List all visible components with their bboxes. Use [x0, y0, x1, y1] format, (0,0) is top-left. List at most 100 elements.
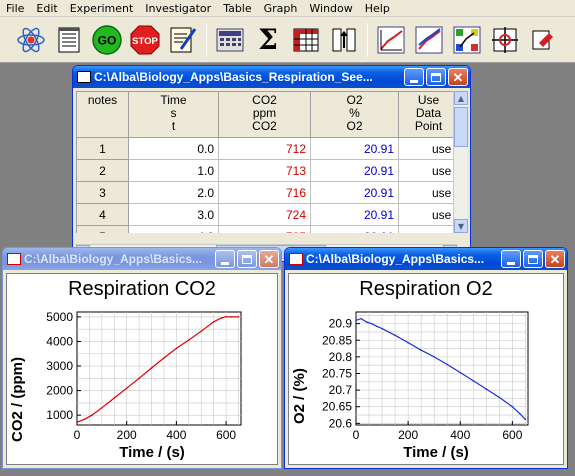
maximize-button[interactable] [523, 250, 543, 268]
maximize-button[interactable] [426, 68, 446, 86]
close-icon: ✕ [263, 251, 275, 267]
table-window-titlebar[interactable]: C:\Alba\Biology_Apps\Basics_Respiration_… [73, 66, 470, 88]
data-point [150, 367, 153, 369]
maximize-button[interactable] [237, 250, 257, 268]
menu-file[interactable]: File [0, 2, 30, 15]
table-row: 2 1.0 713 20.91 use [76, 159, 457, 182]
column-header-line: CO2 [252, 119, 277, 133]
table-icon[interactable] [289, 23, 323, 57]
column-header[interactable]: Use Data Point [398, 91, 457, 138]
cell-use[interactable]: use [398, 203, 457, 226]
cell-co2[interactable]: 713 [218, 159, 311, 182]
close-button[interactable]: ✕ [259, 250, 279, 268]
x-axis-label: Time / (s) [403, 444, 469, 461]
o2-chart[interactable]: 0 200 400 600 20.6 20.65 20.7 20.75 20.8 20.85 20.… [289, 274, 565, 464]
data-point [433, 356, 435, 358]
edit-note-icon[interactable] [166, 23, 200, 57]
graph-co2-titlebar[interactable]: C:\Alba\Biology_Apps\Basics... ✕ [3, 248, 281, 270]
table-header-row: notes Time s t CO2 ppm CO2 O2% O2 Use Data Point [76, 91, 457, 138]
menu-edit[interactable]: Edit [30, 2, 63, 15]
close-button[interactable]: ✕ [448, 68, 468, 86]
cell-o2[interactable]: 20.91 [310, 225, 399, 233]
cell-o2[interactable]: 20.91 [310, 181, 399, 204]
graph-window-icon [289, 253, 303, 265]
cell-o2[interactable]: 20.91 [310, 137, 399, 160]
vertical-scrollbar[interactable]: ▲ ▼ [453, 91, 468, 233]
cell-co2[interactable]: 716 [218, 181, 311, 204]
cell-use[interactable]: use [398, 181, 457, 204]
menu-graph[interactable]: Graph [258, 2, 304, 15]
y-tick-label: 4000 [46, 334, 73, 348]
graph-icon[interactable] [374, 23, 408, 57]
cell-time[interactable]: 3.0 [128, 203, 219, 226]
cell-n[interactable]: 3 [76, 181, 129, 204]
scroll-down-icon[interactable]: ▼ [454, 219, 468, 233]
column-header[interactable]: Time s t [128, 91, 219, 138]
export-icon[interactable] [526, 23, 560, 57]
menu-help[interactable]: Help [359, 2, 396, 15]
table-row: 4 3.0 724 20.91 use [76, 203, 457, 226]
cell-n[interactable]: 1 [76, 137, 129, 160]
data-point [394, 334, 396, 337]
svg-text:STOP: STOP [132, 36, 158, 47]
cell-time[interactable]: 2.0 [128, 181, 219, 204]
data-point [220, 317, 222, 319]
calculator-icon[interactable] [213, 23, 247, 57]
column-header[interactable]: notes [76, 91, 129, 138]
cell-use[interactable]: use [398, 159, 457, 182]
go-button[interactable]: GO [90, 23, 124, 57]
cell-n[interactable]: 4 [76, 203, 129, 226]
data-point [200, 330, 203, 332]
close-button[interactable]: ✕ [545, 250, 565, 268]
graph-o2-window-title: C:\Alba\Biology_Apps\Basics... [306, 252, 485, 266]
sigma-icon[interactable]: Σ [251, 23, 285, 57]
insert-column-icon[interactable] [327, 23, 361, 57]
data-point [91, 414, 93, 416]
x-tick-label: 200 [117, 428, 137, 442]
close-icon: ✕ [549, 251, 561, 267]
cell-n[interactable]: 5 [76, 225, 129, 233]
cell-co2[interactable]: 724 [218, 203, 311, 226]
scroll-up-icon[interactable]: ▲ [454, 91, 468, 105]
examine-icon[interactable] [488, 23, 522, 57]
graph-o2-body: Respiration O2 0 200 400 600 20.6 20.65 20.7 20… [288, 273, 564, 465]
column-header[interactable]: O2% O2 [310, 91, 399, 138]
notebook-icon[interactable] [52, 23, 86, 57]
menu-table[interactable]: Table [217, 2, 257, 15]
minimize-icon [507, 261, 515, 265]
data-point [511, 405, 514, 408]
atom-icon[interactable] [14, 23, 48, 57]
cell-use[interactable]: use [398, 137, 457, 160]
minimize-button[interactable] [501, 250, 521, 268]
cell-co2[interactable]: 712 [218, 137, 311, 160]
scroll-thumb[interactable] [454, 107, 468, 147]
column-header[interactable]: CO2 ppm CO2 [218, 91, 311, 138]
stop-button[interactable]: STOP [128, 23, 162, 57]
co2-chart[interactable]: 0 200 400 600 1000 2000 3000 4000 5000 [7, 274, 279, 464]
data-point [83, 418, 86, 421]
cell-o2[interactable]: 20.91 [310, 203, 399, 226]
minimize-button[interactable] [404, 68, 424, 86]
cell-time[interactable]: 0.0 [128, 137, 219, 160]
minimize-button[interactable] [215, 250, 235, 268]
fit-graph-icon[interactable] [412, 23, 446, 57]
cell-time[interactable]: 4.0 [128, 225, 219, 233]
y-tick-label: 1000 [46, 408, 73, 422]
y-tick-label: 2000 [46, 384, 73, 398]
graph-o2-titlebar[interactable]: C:\Alba\Biology_Apps\Basics... ✕ [285, 248, 567, 270]
auto-scale-icon[interactable] [450, 23, 484, 57]
data-point [407, 341, 409, 344]
data-point [225, 315, 227, 318]
cell-time[interactable]: 1.0 [128, 159, 219, 182]
cell-use[interactable]: use [398, 225, 457, 233]
y-tick-label: 5000 [46, 310, 73, 324]
menu-investigator[interactable]: Investigator [139, 2, 217, 15]
cell-n[interactable]: 2 [76, 159, 129, 182]
close-icon: ✕ [452, 69, 464, 85]
cell-co2[interactable]: 735 [218, 225, 311, 233]
table-window: C:\Alba\Biology_Apps\Basics_Respiration_… [72, 65, 471, 262]
menu-experiment[interactable]: Experiment [64, 2, 140, 15]
column-header-line: Point [414, 119, 443, 133]
cell-o2[interactable]: 20.91 [310, 159, 399, 182]
menu-window[interactable]: Window [303, 2, 358, 15]
